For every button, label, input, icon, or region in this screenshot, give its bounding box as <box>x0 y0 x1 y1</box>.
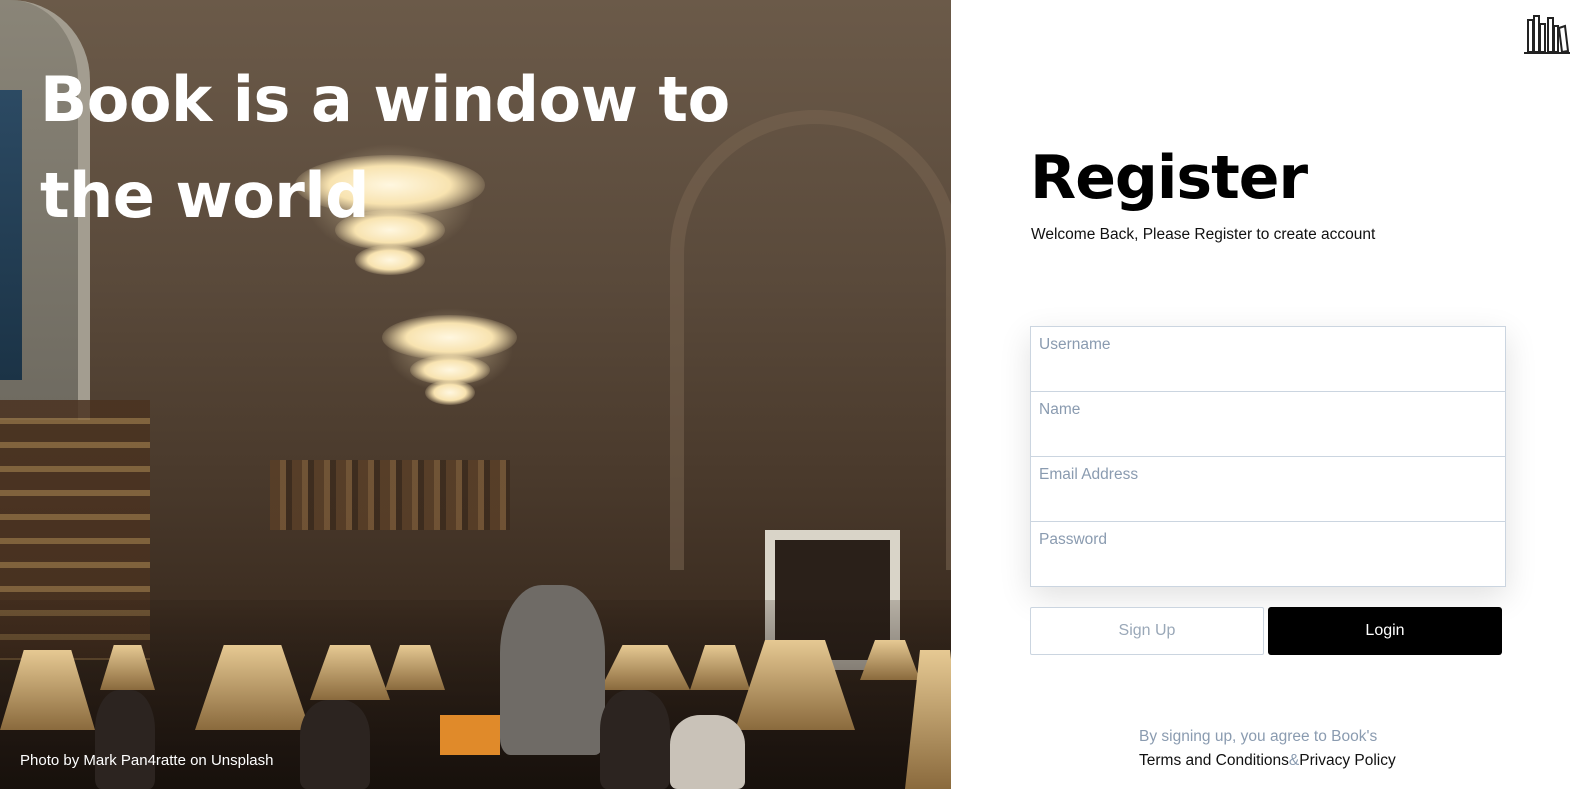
page-title: Register <box>1030 143 1308 213</box>
standing-person <box>500 585 605 755</box>
username-field-wrapper <box>1030 326 1506 392</box>
page-subtitle: Welcome Back, Please Register to create … <box>1031 226 1376 243</box>
username-input[interactable] <box>1031 327 1505 391</box>
hero-window <box>0 90 22 380</box>
hero-bookshelf-back <box>270 460 510 530</box>
privacy-policy-link[interactable]: Privacy Policy <box>1299 752 1395 769</box>
email-input[interactable] <box>1031 457 1505 521</box>
hero-title: Book is a window to the world <box>40 63 730 232</box>
password-field-wrapper <box>1030 521 1506 587</box>
terms-notice: By signing up, you agree to Book's Terms… <box>1139 725 1439 773</box>
hero-image: Book is a window to the world Photo by M… <box>0 0 951 789</box>
signup-button[interactable]: Sign Up <box>1030 607 1264 655</box>
email-field-wrapper <box>1030 456 1506 522</box>
seated-person <box>670 715 745 789</box>
password-input[interactable] <box>1031 522 1505 586</box>
laptop <box>440 715 500 755</box>
login-button[interactable]: Login <box>1268 607 1502 655</box>
seated-person <box>95 690 155 789</box>
register-form <box>1030 326 1506 587</box>
name-input[interactable] <box>1031 392 1505 456</box>
terms-and-conditions-link[interactable]: Terms and Conditions <box>1139 752 1289 769</box>
terms-agree-text: By signing up, you agree to Book's <box>1139 728 1378 745</box>
chandelier-light <box>382 315 517 360</box>
seated-person <box>600 690 670 789</box>
form-actions: Sign Up Login <box>1030 607 1506 655</box>
terms-ampersand: & <box>1288 752 1300 769</box>
bookshelf-icon[interactable] <box>1524 14 1570 56</box>
photo-credit: Photo by Mark Pan4ratte on Unsplash <box>20 752 274 769</box>
name-field-wrapper <box>1030 391 1506 457</box>
chandelier-light <box>425 380 475 405</box>
seated-person <box>300 700 370 789</box>
chandelier-light <box>355 245 425 275</box>
